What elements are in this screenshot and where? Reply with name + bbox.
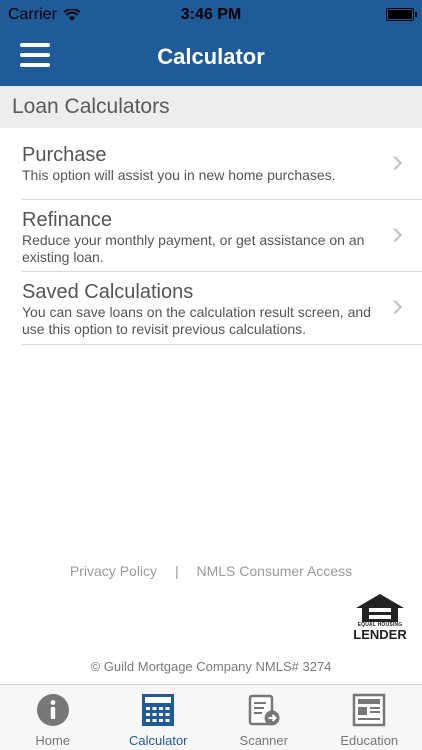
- scanner-icon: [248, 694, 280, 726]
- copyright-text: © Guild Mortgage Company NMLS# 3274: [90, 659, 332, 674]
- status-time: 3:46 PM: [180, 6, 242, 23]
- equal-housing-lender-label: EQUAL HOUSING LENDER: [352, 622, 408, 642]
- lender-text: LENDER: [353, 627, 407, 642]
- info-icon: [36, 694, 69, 726]
- status-bar: Carrier 3:46 PM: [0, 0, 422, 30]
- tab-label: Home: [35, 733, 71, 748]
- tab-label: Calculator: [128, 733, 188, 748]
- nav-bar: Calculator: [0, 30, 422, 86]
- list-item-refinance[interactable]: Refinance Reduce your monthly payment, o…: [22, 200, 422, 272]
- section-title: Loan Calculators: [12, 95, 170, 118]
- list-item-saved-calculations[interactable]: Saved Calculations You can save loans on…: [22, 272, 422, 345]
- privacy-policy-link[interactable]: Privacy Policy: [70, 563, 157, 579]
- tab-education[interactable]: Education: [317, 685, 422, 750]
- newspaper-icon: [353, 693, 386, 727]
- tab-calculator[interactable]: Calculator: [106, 685, 212, 750]
- item-description: This option will assist you in new home …: [22, 167, 336, 183]
- section-header: Loan Calculators: [0, 86, 422, 128]
- tab-scanner[interactable]: Scanner: [211, 685, 317, 750]
- tab-label: Scanner: [239, 733, 288, 748]
- page-title: Calculator: [157, 44, 265, 69]
- list-item-purchase[interactable]: Purchase This option will assist you in …: [22, 128, 422, 200]
- item-title: Purchase: [22, 144, 107, 166]
- item-description: You can save loans on the calculation re…: [22, 304, 371, 337]
- nmls-consumer-access-link[interactable]: NMLS Consumer Access: [196, 563, 352, 579]
- tab-label: Education: [340, 733, 399, 748]
- footer-links: Privacy Policy | NMLS Consumer Access: [0, 563, 422, 579]
- link-separator: |: [174, 563, 179, 579]
- tab-home[interactable]: Home: [0, 685, 106, 750]
- item-description: Reduce your monthly payment, or get assi…: [22, 232, 365, 265]
- item-title: Saved Calculations: [22, 281, 194, 303]
- tab-bar: Home Calculator Scanner Education: [0, 684, 422, 750]
- battery-icon: [386, 8, 417, 21]
- calculator-list: Purchase This option will assist you in …: [0, 128, 422, 345]
- item-title: Refinance: [22, 209, 113, 231]
- calculator-icon: [142, 694, 175, 726]
